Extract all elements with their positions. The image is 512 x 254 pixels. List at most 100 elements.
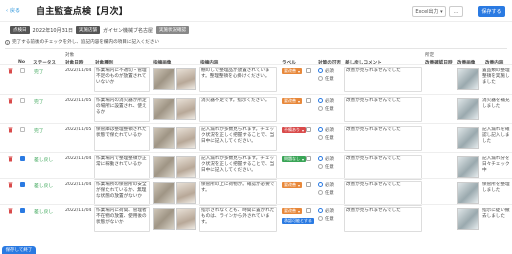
label-select[interactable]: 問題なし ▾	[282, 156, 307, 162]
radio-optional-label: 任意	[325, 165, 334, 170]
chevron-down-icon: ▾	[302, 156, 305, 162]
row-checkbox[interactable]	[20, 182, 25, 187]
row-reply-detail: 置品類の整理整頓を実施しました	[482, 68, 510, 85]
photo-thumbnail[interactable]	[153, 127, 175, 149]
label-select[interactable]: 要改善 ▾	[282, 98, 303, 104]
photo-thumbnail[interactable]	[153, 68, 175, 90]
row-reply-detail: 指示に従い撤去しました	[482, 208, 510, 219]
photo-thumbnail[interactable]	[153, 208, 175, 230]
photo-thumbnail[interactable]	[176, 98, 196, 120]
row-comment: 改善が見られませんでした	[346, 98, 401, 103]
row-checkbox[interactable]	[20, 68, 25, 73]
row-checkbox[interactable]	[20, 127, 25, 132]
photo-thumbnail[interactable]	[153, 182, 175, 204]
radio-required-label: 必須	[325, 99, 334, 104]
row-date: 2022/11/04	[65, 68, 92, 73]
table-row: 完了 2022/11/05 保管庫は整理整頓された状態で保たれているか 記入漏れ…	[0, 123, 512, 152]
back-link[interactable]: ‹ 戻る	[6, 7, 30, 15]
chevron-left-icon: ‹	[6, 7, 8, 14]
row-checkbox[interactable]	[20, 208, 25, 213]
radio-required-label: 必須	[325, 209, 334, 214]
trash-icon[interactable]	[8, 208, 13, 214]
store-label: 実施店舗	[75, 26, 100, 34]
label-toggle[interactable]	[306, 98, 311, 103]
radio-optional[interactable]	[318, 190, 323, 195]
chevron-down-icon: ▾	[302, 127, 305, 133]
radio-optional-label: 任意	[325, 217, 334, 222]
radio-required-label: 必須	[325, 128, 334, 133]
row-comment: 改善が見られませんでした	[346, 68, 401, 73]
reply-photo-thumbnail[interactable]	[457, 156, 479, 178]
reply-photo-thumbnail[interactable]	[457, 208, 479, 230]
row-content: 作業場内の消火器が所定の場所に設置され、使えるか	[96, 98, 147, 115]
trash-icon[interactable]	[8, 127, 13, 133]
label-toggle[interactable]	[306, 208, 311, 213]
reply-photo-thumbnail[interactable]	[457, 127, 479, 149]
row-checkbox[interactable]	[20, 98, 25, 103]
more-button[interactable]: …	[449, 6, 463, 17]
radio-optional[interactable]	[318, 135, 323, 140]
row-detail: 記入漏れが多数見られます。チェック状況を正しく把握することで、当日中に記入してく…	[201, 127, 275, 144]
row-comment: 改善が見られませんでした	[346, 127, 401, 132]
group-header-fixed: 所定	[425, 53, 435, 58]
radio-required[interactable]	[318, 127, 323, 132]
status-text: 完了	[34, 100, 44, 105]
photo-thumbnail[interactable]	[176, 182, 196, 204]
chevron-down-icon: ▾	[440, 8, 443, 15]
label-select[interactable]: 要改善 ▾	[282, 208, 303, 214]
reply-photo-thumbnail[interactable]	[457, 98, 479, 120]
row-reply-detail: 保管所を整理しました	[482, 182, 510, 193]
radio-optional[interactable]	[318, 106, 323, 111]
trash-icon[interactable]	[8, 68, 13, 74]
row-reply-detail: 消火器を補充しました	[482, 98, 510, 109]
radio-optional[interactable]	[318, 216, 323, 221]
photo-thumbnail[interactable]	[176, 68, 196, 90]
chevron-down-icon: ▾	[298, 68, 301, 74]
row-date: 2022/11/04	[65, 208, 92, 213]
notice: i 完了する前後のチェックを外し、追記内容を欄内の項目に記入ください	[5, 39, 159, 45]
radio-optional-label: 任意	[325, 107, 334, 112]
status-text: 完了	[34, 70, 44, 75]
radio-optional-label: 任意	[325, 77, 334, 82]
photo-thumbnail[interactable]	[176, 156, 196, 178]
save-and-finish-button[interactable]: 保存して終了	[2, 246, 36, 254]
reply-photo-thumbnail[interactable]	[457, 68, 479, 90]
row-content: 保管庫は整理整頓された状態で保たれているか	[96, 127, 147, 138]
label-select[interactable]: 不備あり ▾	[282, 127, 307, 133]
label-select[interactable]: 要改善 ▾	[282, 68, 303, 74]
radio-required[interactable]	[318, 68, 323, 73]
radio-required[interactable]	[318, 208, 323, 213]
row-content: 作業場所の保管所の安全が保たれているか、無理な状態の放置がないか	[96, 182, 147, 199]
reply-photo-thumbnail[interactable]	[457, 182, 479, 204]
save-button[interactable]: 保存する	[478, 6, 505, 17]
trash-icon[interactable]	[8, 182, 13, 188]
info-icon: i	[5, 39, 10, 45]
row-checkbox[interactable]	[20, 156, 25, 161]
label-toggle[interactable]	[306, 156, 311, 161]
radio-required[interactable]	[318, 98, 323, 103]
row-content: 作業場内に不適切・管理不足のものが放置されていないか	[96, 68, 147, 85]
table-row: 完了 2022/11/05 作業場内の消火器が所定の場所に設置され、使えるか 消…	[0, 94, 512, 123]
photo-thumbnail[interactable]	[176, 127, 196, 149]
label-toggle[interactable]	[306, 68, 311, 73]
photo-thumbnail[interactable]	[176, 208, 196, 230]
chevron-down-icon: ▾	[298, 98, 301, 104]
radio-optional-label: 任意	[325, 136, 334, 141]
radio-required-label: 必須	[325, 69, 334, 74]
label-toggle[interactable]	[306, 182, 311, 187]
trash-icon[interactable]	[8, 98, 13, 104]
row-detail: 記入漏れが多数見られます。チェック状況を正しく把握することで、当日中に記入してく…	[201, 156, 275, 173]
label-select[interactable]: 要改善 ▾	[282, 182, 303, 188]
radio-optional[interactable]	[318, 76, 323, 81]
status-text: 差し戻し	[34, 158, 54, 163]
approve-tag[interactable]: 承認可能とする	[282, 218, 314, 224]
back-label: 戻る	[10, 8, 21, 14]
radio-required[interactable]	[318, 156, 323, 161]
trash-icon[interactable]	[8, 156, 13, 162]
photo-thumbnail[interactable]	[153, 98, 175, 120]
radio-required[interactable]	[318, 182, 323, 187]
radio-optional[interactable]	[318, 164, 323, 169]
photo-thumbnail[interactable]	[153, 156, 175, 178]
excel-export-button[interactable]: Excel出力 ▾	[412, 6, 446, 17]
label-toggle[interactable]	[306, 127, 311, 132]
